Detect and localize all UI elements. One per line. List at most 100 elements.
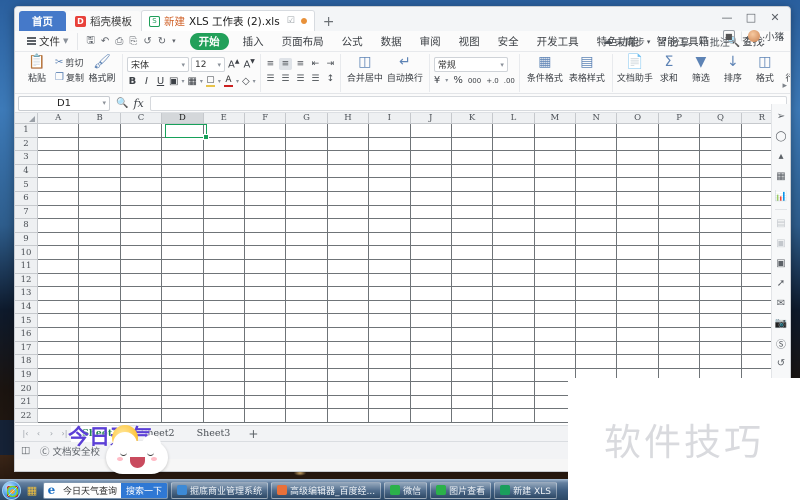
cell-L10[interactable] bbox=[493, 246, 535, 260]
cell-K15[interactable] bbox=[451, 314, 494, 328]
align-middle-button[interactable]: ≡ bbox=[278, 58, 292, 70]
cell-Q18[interactable] bbox=[700, 355, 742, 369]
cell-O4[interactable] bbox=[617, 164, 659, 179]
cell-B4[interactable] bbox=[79, 164, 121, 179]
cell-J5[interactable] bbox=[410, 178, 452, 192]
cell-N3[interactable] bbox=[576, 151, 618, 165]
cell-N18[interactable] bbox=[576, 355, 618, 369]
row-header-17[interactable]: 17 bbox=[15, 341, 38, 356]
row-header-6[interactable]: 6 bbox=[15, 191, 38, 206]
cell-D11[interactable] bbox=[162, 259, 204, 274]
cell-N15[interactable] bbox=[576, 314, 618, 328]
cell-A8[interactable] bbox=[38, 219, 80, 233]
row-header-2[interactable]: 2 bbox=[15, 137, 38, 152]
percent-button[interactable]: % bbox=[453, 75, 463, 86]
font-color-button[interactable]: A bbox=[223, 75, 233, 87]
cell-L4[interactable] bbox=[493, 164, 535, 179]
ribbon-tab-start[interactable]: 开始 bbox=[189, 32, 229, 50]
cell-D12[interactable] bbox=[162, 273, 204, 288]
text-orientation-button[interactable]: ↕ bbox=[324, 73, 337, 85]
cell-I7[interactable] bbox=[369, 205, 411, 220]
row-header-1[interactable]: 1 bbox=[15, 124, 38, 138]
rows-columns-button[interactable]: ▦ 行和列 bbox=[781, 54, 790, 84]
row-header-13[interactable]: 13 bbox=[15, 287, 38, 301]
cell-N4[interactable] bbox=[576, 164, 618, 179]
cell-F17[interactable] bbox=[244, 341, 287, 356]
cell-I5[interactable] bbox=[369, 178, 411, 192]
row-header-14[interactable]: 14 bbox=[15, 300, 38, 315]
row-header-21[interactable]: 21 bbox=[15, 395, 38, 410]
cell-Q17[interactable] bbox=[700, 341, 742, 356]
cell-Q4[interactable] bbox=[700, 164, 742, 179]
cell-F22[interactable] bbox=[244, 409, 287, 424]
cell-M2[interactable] bbox=[534, 137, 577, 152]
cell-L5[interactable] bbox=[493, 178, 535, 192]
merge-center-button[interactable]: ◫ 合并居中 bbox=[345, 54, 385, 85]
cell-E8[interactable] bbox=[203, 219, 245, 233]
cell-D2[interactable] bbox=[162, 137, 204, 152]
sheet-tab-sheet1[interactable]: Sheet1 bbox=[71, 425, 130, 442]
cell-K18[interactable] bbox=[451, 355, 494, 369]
column-header-O[interactable]: O bbox=[617, 113, 659, 124]
sum-button[interactable]: Σ 求和 bbox=[653, 54, 685, 85]
cell-Q1[interactable] bbox=[700, 124, 742, 138]
cell-K8[interactable] bbox=[451, 219, 494, 233]
cell-C20[interactable] bbox=[120, 382, 163, 396]
cell-K11[interactable] bbox=[451, 259, 494, 274]
cell-A5[interactable] bbox=[38, 178, 80, 192]
justify-button[interactable]: ☰ bbox=[309, 73, 322, 85]
ribbon-tab-security[interactable]: 安全 bbox=[494, 33, 523, 50]
column-header-K[interactable]: K bbox=[451, 113, 494, 124]
cursor-icon[interactable]: ➢ bbox=[774, 109, 788, 123]
cell-P3[interactable] bbox=[658, 151, 701, 165]
envelope-icon[interactable]: ✉ bbox=[774, 296, 788, 310]
ribbon-tab-data[interactable]: 数据 bbox=[377, 33, 406, 50]
cell-L7[interactable] bbox=[493, 205, 535, 220]
cell-C9[interactable] bbox=[120, 232, 163, 247]
cell-H22[interactable] bbox=[327, 409, 370, 424]
cell-J17[interactable] bbox=[410, 341, 452, 356]
column-header-H[interactable]: H bbox=[327, 113, 370, 124]
cell-B17[interactable] bbox=[79, 341, 121, 356]
column-header-N[interactable]: N bbox=[576, 113, 618, 124]
cell-E14[interactable] bbox=[203, 300, 245, 315]
file-menu-button[interactable]: 文件 ▼ bbox=[21, 34, 74, 49]
taskbar-item-advanced-editor[interactable]: 高级编辑器_百度经... bbox=[271, 481, 382, 499]
cell-H20[interactable] bbox=[327, 382, 370, 396]
cell-O2[interactable] bbox=[617, 137, 659, 152]
quick-launch-apps-icon[interactable]: ▦ bbox=[24, 482, 40, 498]
font-family-select[interactable]: 宋体 ▾ bbox=[126, 57, 189, 72]
clear-format-button[interactable]: ◇ bbox=[242, 76, 250, 87]
cell-K14[interactable] bbox=[451, 300, 494, 315]
cell-K6[interactable] bbox=[451, 191, 494, 206]
cell-P18[interactable] bbox=[658, 355, 701, 369]
increase-indent-button[interactable]: ⇥ bbox=[324, 58, 337, 70]
cell-O9[interactable] bbox=[617, 232, 659, 247]
export-icon[interactable]: ➚ bbox=[774, 276, 788, 290]
cell-G11[interactable] bbox=[286, 259, 328, 274]
cell-H14[interactable] bbox=[327, 300, 370, 315]
column-header-A[interactable]: A bbox=[38, 113, 80, 124]
cell-N5[interactable] bbox=[576, 178, 618, 192]
cell-I9[interactable] bbox=[369, 232, 411, 247]
cell-O15[interactable] bbox=[617, 314, 659, 328]
cell-L21[interactable] bbox=[493, 395, 535, 410]
taskbar-item-business-system[interactable]: 掘底商业管理系统 bbox=[171, 481, 269, 499]
select-all-corner[interactable] bbox=[15, 113, 38, 124]
cell-K3[interactable] bbox=[451, 151, 494, 165]
sheet-nav-first[interactable]: |‹ bbox=[19, 429, 32, 438]
cell-I14[interactable] bbox=[369, 300, 411, 315]
redo-icon[interactable]: ↻ bbox=[158, 36, 166, 47]
cell-I21[interactable] bbox=[369, 395, 411, 410]
shape-icon[interactable]: ◯ bbox=[774, 129, 788, 143]
row-header-3[interactable]: 3 bbox=[15, 151, 38, 165]
cell-K21[interactable] bbox=[451, 395, 494, 410]
cell-P12[interactable] bbox=[658, 273, 701, 288]
cell-D3[interactable] bbox=[162, 151, 204, 165]
apps-grid-icon[interactable]: ▦ bbox=[774, 169, 788, 183]
cell-H19[interactable] bbox=[327, 368, 370, 383]
column-header-P[interactable]: P bbox=[658, 113, 701, 124]
cell-K7[interactable] bbox=[451, 205, 494, 220]
ie-search-query[interactable]: 今日天气查询 bbox=[59, 484, 121, 497]
tab-docer-template[interactable]: D 稻壳模板 bbox=[66, 11, 141, 31]
